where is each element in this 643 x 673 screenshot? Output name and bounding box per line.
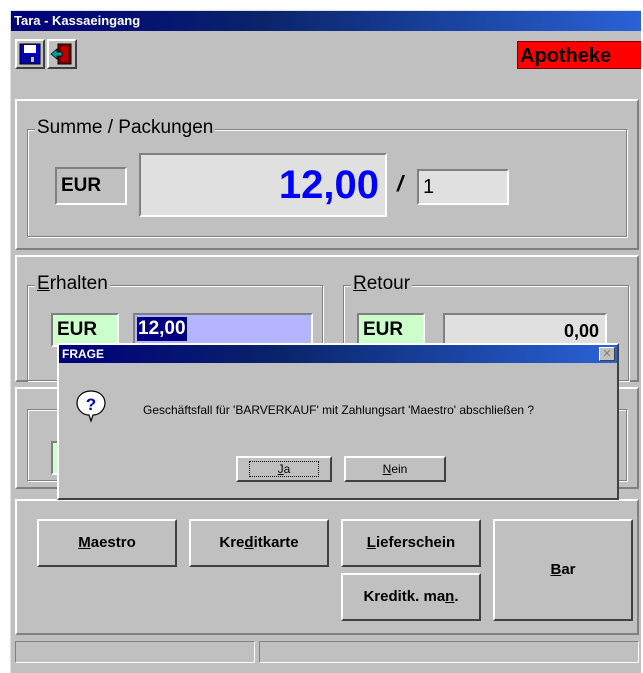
kreditkarte-button[interactable]: Kreditkarte — [189, 519, 329, 567]
maestro-button[interactable]: Maestro — [37, 519, 177, 567]
dialog-message: Geschäftsfall für 'BARVERKAUF' mit Zahlu… — [143, 403, 535, 417]
status-bar-right — [259, 641, 639, 663]
floppy-disk-icon — [19, 43, 41, 65]
packungen-field[interactable]: 1 — [417, 169, 509, 205]
erhalten-value: 12,00 — [137, 317, 187, 341]
summe-separator: / — [397, 171, 404, 196]
question-icon: ? — [76, 390, 106, 423]
erhalten-legend: Erhalten — [35, 273, 110, 295]
close-icon[interactable]: ✕ — [599, 347, 615, 361]
kreditk-man-button[interactable]: Kreditk. man. — [341, 573, 481, 621]
lieferschein-button[interactable]: Lieferschein — [341, 519, 481, 567]
buttons-panel: Maestro Kreditkarte Lieferschein Kreditk… — [15, 499, 639, 635]
bar-button[interactable]: Bar — [493, 519, 633, 621]
frage-dialog: FRAGE ✕ ? Geschäftsfall für 'BARVERKAUF'… — [57, 343, 619, 500]
nein-button[interactable]: Nein — [344, 456, 446, 482]
exit-door-icon — [50, 43, 72, 65]
retour-legend: Retour — [351, 273, 413, 295]
retour-value: 0,00 — [563, 321, 599, 341]
erhalten-input[interactable]: 12,00 — [133, 313, 313, 347]
summe-amount-field: 12,00 — [139, 153, 387, 217]
summe-amount: 12,00 — [278, 163, 379, 207]
status-bar-left — [15, 641, 255, 663]
apotheke-tag: Apotheke — [517, 41, 641, 69]
save-button[interactable] — [15, 39, 45, 69]
window-title: Tara - Kassaeingang — [11, 11, 641, 31]
erhalten-currency: EUR — [51, 313, 119, 347]
svg-text:?: ? — [86, 395, 96, 414]
ja-button[interactable]: Ja — [236, 456, 332, 482]
dialog-title: FRAGE — [59, 345, 617, 363]
summe-currency: EUR — [55, 167, 127, 205]
main-window: Tara - Kassaeingang Apotheke Summe / Pac… — [10, 10, 641, 673]
exit-button[interactable] — [47, 39, 77, 69]
summe-panel: Summe / Packungen EUR 12,00 / 1 — [15, 99, 639, 250]
retour-field: 0,00 — [443, 313, 607, 347]
retour-currency: EUR — [357, 313, 425, 347]
summe-legend: Summe / Packungen — [35, 117, 216, 139]
